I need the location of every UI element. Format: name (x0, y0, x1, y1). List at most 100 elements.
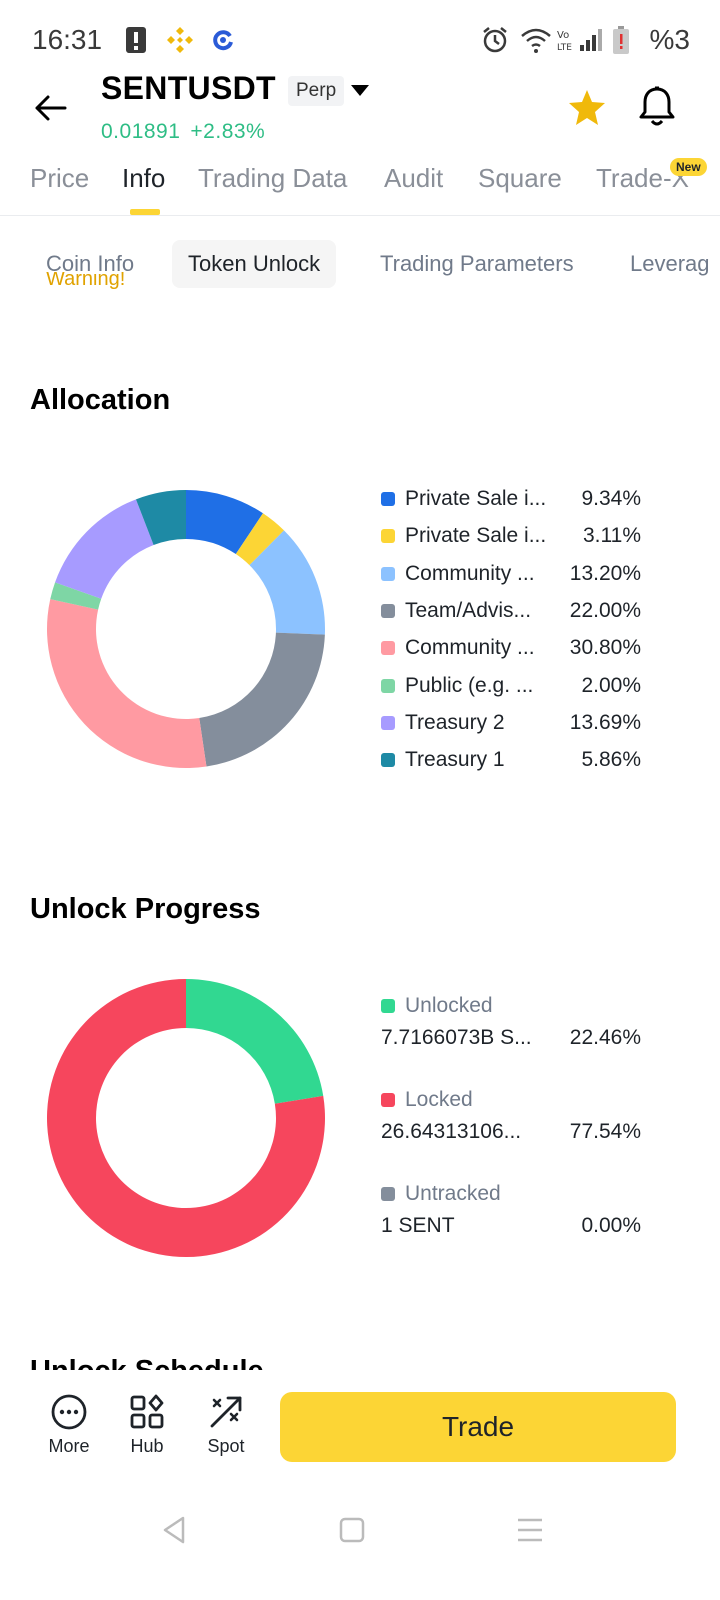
allocation-legend-item: Private Sale i... 9.34% (381, 484, 641, 514)
unlock-legend-head: Untracked (381, 1182, 501, 1206)
binance-logo-icon (165, 24, 195, 56)
unlock-percent: 77.54% (569, 1120, 641, 1143)
tab-info[interactable]: Info (122, 163, 165, 194)
legend-label: Treasury 2 (405, 710, 505, 734)
allocation-legend-item: Treasury 1 5.86% (381, 745, 641, 775)
legend-label: Team/Advis... (405, 598, 532, 622)
symbol-title[interactable]: SENTUSDT (101, 70, 276, 107)
legend-swatch (381, 603, 395, 618)
trade-button[interactable]: Trade (280, 1392, 676, 1462)
allocation-title: Allocation (30, 384, 171, 416)
bell-icon[interactable] (636, 84, 678, 128)
unlock-legend-value: 7.7166073B S... 22.46% (381, 1026, 641, 1050)
unlock-progress-donut-chart (46, 979, 325, 1257)
subtab-trading-parameters[interactable]: Trading Parameters (380, 240, 574, 288)
legend-swatch (381, 566, 395, 581)
allocation-legend-item: Community ... 30.80% (381, 633, 641, 663)
signal-icon (578, 24, 604, 56)
unlock-legend-label: Locked (405, 1088, 473, 1111)
volte-icon: Vo LTE (556, 24, 572, 56)
legend-percent: 5.86% (581, 748, 641, 772)
legend-swatch (381, 529, 395, 544)
legend-label: Private Sale i... (405, 524, 547, 548)
status-bar: 16:31 Vo LTE %3 (0, 0, 720, 80)
nav-home-icon[interactable] (332, 1510, 372, 1550)
battery-percent: %3 (649, 24, 690, 55)
unlock-legend-value: 1 SENT 0.00% (381, 1214, 641, 1238)
unlock-legend-value: 26.64313106... 77.54% (381, 1120, 641, 1144)
legend-percent: 9.34% (581, 487, 641, 510)
allocation-legend-item: Community ... 13.20% (381, 559, 641, 589)
tab-audit[interactable]: Audit (384, 163, 443, 194)
active-tab-indicator (130, 209, 160, 215)
subtab-leverage[interactable]: Leverag (630, 240, 710, 288)
allocation-legend-item: Team/Advis... 22.00% (381, 596, 641, 626)
unlock-progress-title: Unlock Progress (30, 893, 261, 925)
legend-swatch (381, 715, 395, 730)
hub-grid-icon (130, 1394, 164, 1429)
allocation-donut-chart (46, 490, 325, 768)
spot-button[interactable]: Spot (191, 1394, 261, 1457)
alarm-icon (480, 24, 510, 56)
bottom-action-bar: More Hub Spot Trade (0, 1370, 720, 1480)
unlock-schedule-title-peek: Unlock Schedule (30, 1356, 264, 1370)
more-dots-icon (51, 1394, 87, 1430)
svg-text:Vo: Vo (557, 30, 569, 41)
last-price: 0.01891 (101, 120, 181, 143)
perp-badge: Perp (288, 76, 345, 106)
legend-label: Private Sale i... (405, 487, 547, 510)
back-button[interactable] (28, 86, 72, 130)
legend-percent: 30.80% (569, 636, 641, 660)
legend-swatch (381, 641, 395, 656)
system-nav-bar (0, 1490, 720, 1600)
unlock-slice-0 (186, 979, 324, 1104)
legend-percent: 13.69% (569, 710, 641, 734)
more-label: More (48, 1436, 90, 1456)
more-button[interactable]: More (34, 1394, 104, 1457)
alert-icon (125, 24, 147, 56)
legend-label: Treasury 1 (405, 748, 505, 772)
favorite-star-icon[interactable] (566, 86, 608, 128)
hub-label: Hub (130, 1436, 164, 1456)
allocation-slice-3 (199, 632, 325, 767)
unlock-legend-label: Untracked (405, 1182, 501, 1205)
unlock-legend-head: Unlocked (381, 994, 493, 1018)
unlock-percent: 22.46% (569, 1026, 641, 1049)
legend-swatch (381, 492, 395, 506)
unlock-amount: 7.7166073B S... (381, 1026, 532, 1049)
legend-swatch (381, 753, 395, 768)
legend-swatch (381, 1093, 395, 1107)
arrow-left-icon (35, 95, 67, 121)
subtab-token-unlock[interactable]: Token Unlock (172, 240, 337, 288)
allocation-legend-item: Treasury 2 13.69% (381, 708, 641, 738)
unlock-legend-head: Locked (381, 1088, 473, 1112)
nav-menu-icon[interactable] (510, 1510, 550, 1550)
hub-button[interactable]: Hub (112, 1394, 182, 1457)
chevron-down-icon[interactable] (350, 84, 370, 98)
wifi-icon (520, 24, 552, 56)
legend-percent: 22.00% (569, 598, 641, 622)
unlock-legend-label: Unlocked (405, 994, 493, 1017)
status-time: 16:31 (32, 24, 103, 55)
legend-swatch (381, 999, 395, 1013)
spot-label: Spot (207, 1436, 245, 1456)
legend-percent: 13.20% (569, 561, 641, 585)
allocation-legend-item: Private Sale i... 3.11% (381, 521, 641, 551)
main-tabs: Price Info Trading Data Audit Square Tra… (0, 160, 720, 216)
legend-swatch (381, 1187, 395, 1201)
unlock-amount: 26.64313106... (381, 1120, 522, 1143)
legend-label: Public (e.g. ... (405, 673, 534, 697)
legend-percent: 2.00% (581, 673, 641, 697)
svg-text:LTE: LTE (557, 43, 572, 53)
tab-trading-data[interactable]: Trading Data (198, 163, 347, 194)
legend-percent: 3.11% (583, 524, 641, 548)
warning-text-peek: Warning! (46, 272, 126, 290)
legend-label: Community ... (405, 636, 535, 660)
nav-back-icon[interactable] (154, 1510, 194, 1550)
app-notification-icon (210, 24, 236, 56)
legend-swatch (381, 678, 395, 693)
allocation-slice-6 (55, 499, 154, 599)
tab-price[interactable]: Price (30, 163, 89, 194)
legend-label: Community ... (405, 561, 535, 585)
tab-square[interactable]: Square (478, 163, 562, 194)
